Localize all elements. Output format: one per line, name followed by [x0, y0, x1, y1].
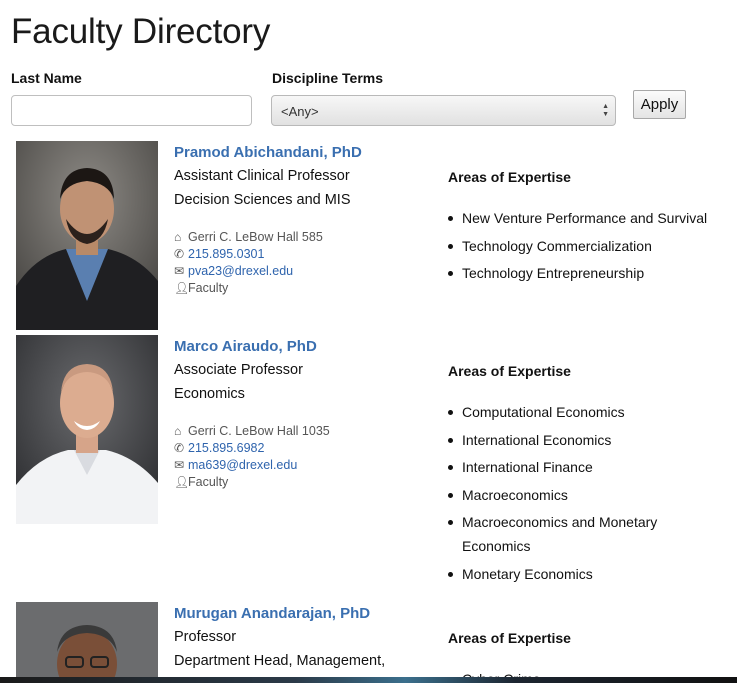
home-icon: ⌂ [174, 424, 182, 438]
expertise-list: New Venture Performance and Survival Tec… [448, 206, 728, 289]
faculty-title: Associate Professor [174, 362, 303, 378]
faculty-name-link[interactable]: Marco Airaudo, PhD [174, 338, 317, 355]
faculty-title: Professor [174, 629, 237, 645]
page-title: Faculty Directory [11, 12, 271, 51]
faculty-entry: Marco Airaudo, PhD Associate Professor E… [0, 335, 737, 582]
envelope-icon: ✉ [174, 264, 185, 278]
faculty-role: 👤︎Faculty [174, 281, 229, 295]
expertise-item: Technology Entrepreneurship [448, 261, 728, 285]
faculty-entry: Murugan Anandarajan, PhD Professor Depar… [0, 602, 737, 683]
expertise-list: Computational Economics International Ec… [448, 400, 728, 589]
select-arrows-icon: ▲ ▼ [602, 103, 609, 118]
phone-icon: ✆ [174, 247, 185, 261]
bottom-edge-strip [0, 677, 737, 683]
faculty-office: ⌂ Gerri C. LeBow Hall 1035 [174, 424, 330, 438]
expertise-item: Computational Economics [448, 400, 728, 424]
user-icon: 👤︎ [174, 475, 190, 489]
faculty-department: Department Head, Management, [174, 653, 386, 669]
phone-icon: ✆ [174, 441, 185, 455]
faculty-department: Decision Sciences and MIS [174, 192, 351, 208]
faculty-photo [16, 141, 158, 330]
faculty-phone-link[interactable]: ✆ 215.895.0301 [174, 247, 264, 261]
apply-button[interactable]: Apply [633, 90, 686, 119]
faculty-role: 👤︎Faculty [174, 475, 229, 489]
faculty-phone-link[interactable]: ✆ 215.895.6982 [174, 441, 264, 455]
expertise-item: Macroeconomics and Monetary Economics [448, 510, 682, 558]
expertise-item: International Economics [448, 428, 728, 452]
faculty-email-link[interactable]: ✉ pva23@drexel.edu [174, 264, 293, 278]
faculty-office: ⌂ Gerri C. LeBow Hall 585 [174, 230, 323, 244]
discipline-terms-select[interactable]: <Any> ▲ ▼ [271, 95, 616, 126]
areas-of-expertise-heading: Areas of Expertise [448, 169, 571, 185]
areas-of-expertise-heading: Areas of Expertise [448, 630, 571, 646]
expertise-item: Technology Commercialization [448, 234, 728, 258]
expertise-item: International Finance [448, 455, 728, 479]
last-name-label: Last Name [11, 70, 82, 86]
discipline-selected-value: <Any> [281, 104, 319, 119]
faculty-title: Assistant Clinical Professor [174, 168, 350, 184]
faculty-department: Economics [174, 386, 245, 402]
last-name-input[interactable] [11, 95, 252, 126]
faculty-photo [16, 335, 158, 524]
envelope-icon: ✉ [174, 458, 185, 472]
home-icon: ⌂ [174, 230, 182, 244]
faculty-name-link[interactable]: Murugan Anandarajan, PhD [174, 605, 370, 622]
expertise-item: Macroeconomics [448, 483, 728, 507]
faculty-email-link[interactable]: ✉ ma639@drexel.edu [174, 458, 297, 472]
areas-of-expertise-heading: Areas of Expertise [448, 363, 571, 379]
discipline-terms-label: Discipline Terms [272, 70, 384, 86]
faculty-name-link[interactable]: Pramod Abichandani, PhD [174, 144, 362, 161]
faculty-entry: Pramod Abichandani, PhD Assistant Clinic… [0, 141, 737, 331]
faculty-photo [16, 602, 158, 683]
user-icon: 👤︎ [174, 281, 190, 295]
expertise-item: Monetary Economics [448, 562, 728, 586]
expertise-item: New Venture Performance and Survival [448, 206, 728, 230]
